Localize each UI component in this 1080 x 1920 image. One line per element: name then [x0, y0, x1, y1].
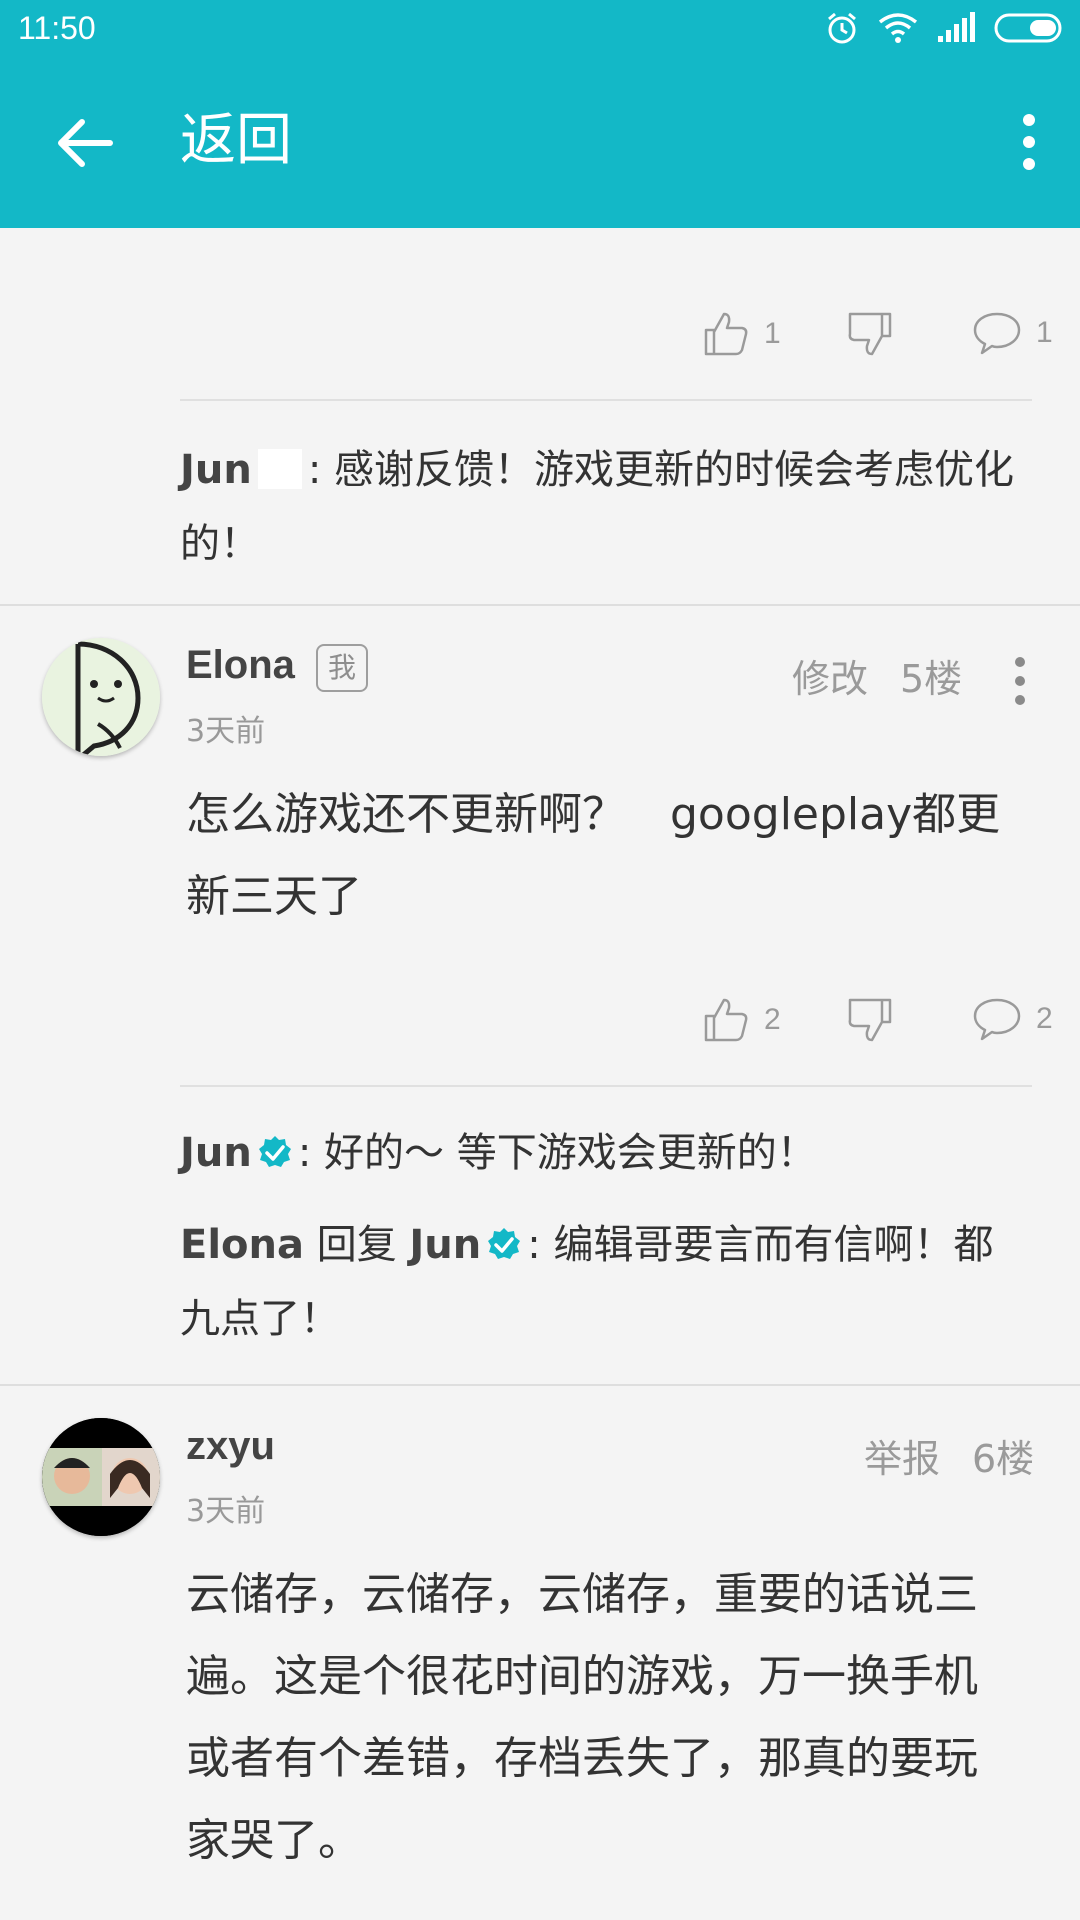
- status-time: 11:50: [18, 10, 96, 46]
- verified-badge-icon: [488, 1228, 521, 1259]
- reply-author[interactable]: Elona: [180, 1222, 304, 1268]
- reply-author[interactable]: Jun: [180, 447, 252, 493]
- comment-actions: 1 1: [0, 310, 1080, 380]
- avatar[interactable]: [42, 638, 160, 756]
- comment-separator: [0, 604, 1080, 606]
- comment-text: 云储存，云储存，云储存，重要的话说三遍。这是个很花时间的游戏，万一换手机或者有个…: [186, 1569, 978, 1866]
- thumbs-down-icon: [848, 312, 892, 356]
- thumbs-up-icon: [704, 998, 748, 1042]
- avatar-image: [42, 1418, 160, 1536]
- dislike-button[interactable]: [846, 996, 894, 1044]
- alarm-icon: [828, 12, 856, 44]
- more-vert-icon[interactable]: [1016, 112, 1042, 172]
- comment-author[interactable]: Elona: [186, 643, 295, 688]
- reply-item[interactable]: Elona 回复 Jun : 编辑哥要言而有信啊！都九点了！: [180, 1208, 1020, 1356]
- reply-author[interactable]: Jun: [180, 1130, 252, 1176]
- user-badge: [257, 449, 302, 489]
- reply-text: : 感谢反馈！游戏更新的时候会考虑优化的！: [180, 447, 1015, 567]
- like-count: 1: [764, 317, 781, 350]
- status-icons: [824, 10, 1066, 46]
- avatar-image: [42, 638, 160, 756]
- more-vert-icon[interactable]: [1010, 656, 1030, 706]
- reply-button[interactable]: 1: [972, 310, 1053, 356]
- verified-badge-icon: [258, 1136, 291, 1167]
- status-bar: 11:50: [0, 0, 1080, 60]
- avatar[interactable]: [42, 1418, 160, 1536]
- comment-actions: 2 2: [0, 996, 1080, 1066]
- reply-target[interactable]: Jun: [409, 1222, 481, 1268]
- wifi-icon: [878, 13, 918, 43]
- app-bar: 返回: [0, 60, 1080, 228]
- page-title[interactable]: 返回: [180, 106, 292, 176]
- reply-item[interactable]: Jun : 好的～ 等下游戏会更新的！: [180, 1116, 1020, 1190]
- signal-icon: [938, 12, 975, 42]
- floor-number: 5楼: [900, 657, 963, 701]
- dislike-button[interactable]: [846, 310, 894, 358]
- divider: [180, 399, 1032, 401]
- comment-bubble-icon: [973, 312, 1021, 355]
- comment-list: 1 1 Jun: 感谢反馈！游戏更新的时候会考虑优化的！ Elona 我 3天前…: [0, 228, 1080, 1920]
- battery-icon: [994, 13, 1062, 43]
- reply-word: 回复: [316, 1222, 397, 1268]
- reply-text: : 好的～ 等下游戏会更新的！: [297, 1130, 817, 1176]
- reply-count: 2: [1036, 1002, 1053, 1035]
- divider: [180, 1085, 1032, 1087]
- edit-link[interactable]: 修改: [792, 648, 868, 703]
- reply-button[interactable]: 2: [972, 996, 1053, 1042]
- comment-text: 怎么游戏还不更新啊？ googleplay都更新三天了: [186, 789, 1001, 922]
- reply-count: 1: [1036, 316, 1053, 349]
- comment-time: 3天前: [186, 1494, 266, 1529]
- comment-separator: [0, 1384, 1080, 1386]
- like-button[interactable]: 2: [702, 996, 781, 1044]
- like-count: 2: [764, 1003, 781, 1036]
- reply-item[interactable]: Jun: 感谢反馈！游戏更新的时候会考虑优化的！: [180, 433, 1020, 581]
- comment-time: 3天前: [186, 714, 266, 749]
- thumbs-up-icon: [704, 312, 748, 356]
- report-link[interactable]: 举报: [864, 1428, 940, 1483]
- like-button[interactable]: 1: [702, 310, 781, 358]
- comment-bubble-icon: [973, 998, 1021, 1041]
- thumbs-down-icon: [848, 998, 892, 1042]
- arrow-left-icon[interactable]: [50, 108, 120, 178]
- floor-number: 6楼: [972, 1437, 1035, 1481]
- comment-author[interactable]: zxyu: [186, 1424, 275, 1469]
- me-badge: 我: [316, 644, 369, 692]
